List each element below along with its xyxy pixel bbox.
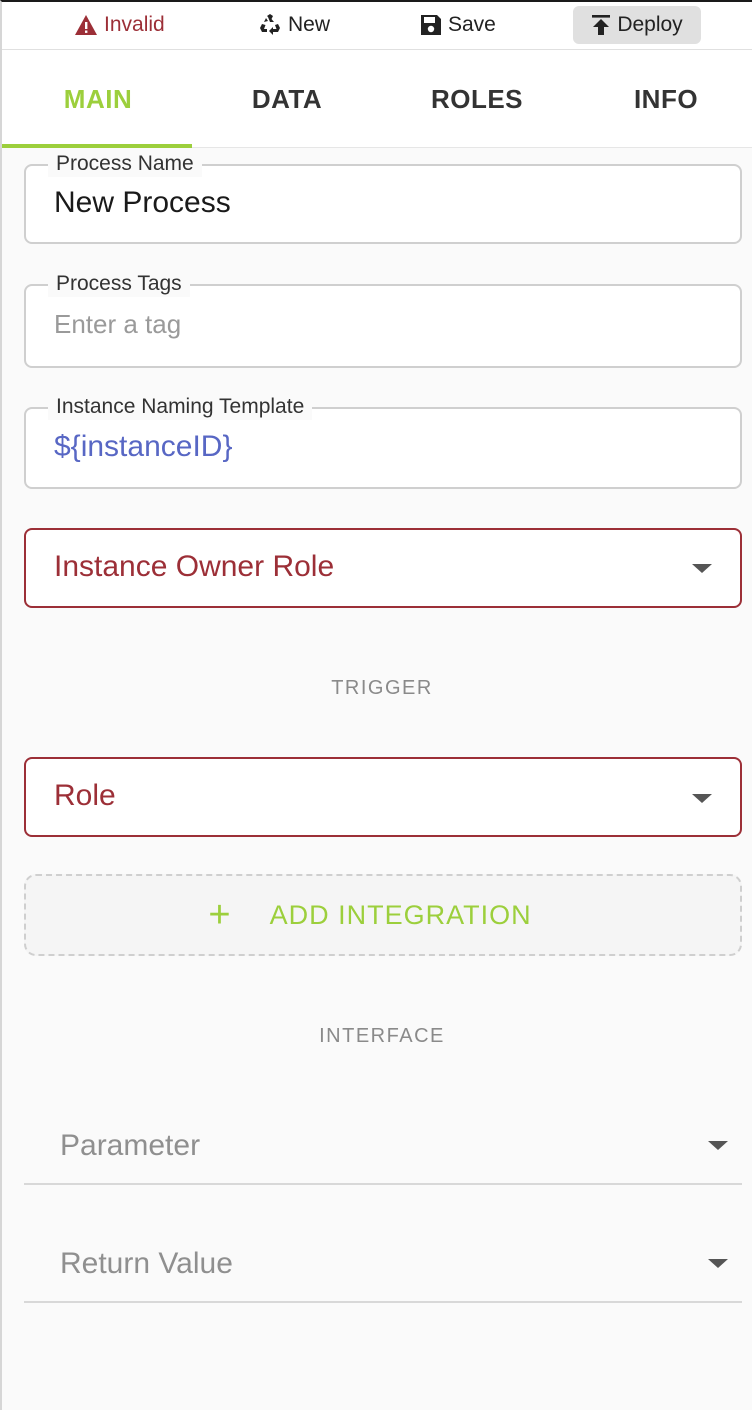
tab-roles[interactable]: ROLES <box>383 50 571 148</box>
deploy-button[interactable]: Deploy <box>573 6 701 44</box>
save-label: Save <box>448 13 496 36</box>
new-button[interactable]: New <box>248 6 340 44</box>
interface-section-title: INTERFACE <box>319 1025 445 1047</box>
warning-icon <box>74 14 98 36</box>
caret-down-icon <box>692 564 712 573</box>
process-editor: Invalid New Save Deploy MAIN DATA ROLES … <box>0 0 752 1410</box>
new-label: New <box>288 13 331 36</box>
tab-bar: MAIN DATA ROLES INFO <box>2 50 752 148</box>
process-tags-field[interactable]: Process Tags Enter a tag <box>24 271 742 368</box>
toolbar: Invalid New Save Deploy <box>2 2 752 50</box>
process-name-value[interactable]: New Process <box>54 186 231 220</box>
instance-naming-template-field[interactable]: Instance Naming Template ${instanceID} <box>24 394 742 489</box>
caret-down-icon <box>708 1259 728 1268</box>
floppy-disk-icon <box>420 14 442 36</box>
caret-down-icon <box>692 794 712 803</box>
instance-naming-template-value[interactable]: ${instanceID} <box>54 430 232 464</box>
tab-main[interactable]: MAIN <box>4 50 192 148</box>
active-tab-indicator <box>2 144 192 148</box>
process-name-field[interactable]: Process Name New Process <box>24 151 742 244</box>
instance-owner-role-label: Instance Owner Role <box>54 550 335 583</box>
deploy-label: Deploy <box>617 13 683 36</box>
trigger-section-title: TRIGGER <box>331 677 433 699</box>
recycle-icon <box>258 13 282 37</box>
process-name-label: Process Name <box>48 151 202 177</box>
upload-icon <box>591 14 611 36</box>
parameter-label: Parameter <box>60 1129 201 1162</box>
tab-data[interactable]: DATA <box>193 50 381 148</box>
instance-naming-template-label: Instance Naming Template <box>48 394 313 420</box>
tab-info[interactable]: INFO <box>572 50 752 148</box>
process-tags-placeholder[interactable]: Enter a tag <box>54 309 181 340</box>
invalid-status-button[interactable]: Invalid <box>64 6 175 44</box>
save-button[interactable]: Save <box>410 6 506 44</box>
add-integration-button[interactable]: + ADD INTEGRATION <box>24 874 742 956</box>
return-value-label: Return Value <box>60 1247 233 1280</box>
parameter-select[interactable]: Parameter <box>24 1105 742 1185</box>
process-tags-label: Process Tags <box>48 271 190 297</box>
trigger-role-select[interactable]: Role <box>24 757 742 837</box>
caret-down-icon <box>708 1141 728 1150</box>
trigger-role-label: Role <box>54 779 116 812</box>
invalid-label: Invalid <box>104 13 165 36</box>
instance-owner-role-select[interactable]: Instance Owner Role <box>24 528 742 608</box>
return-value-select[interactable]: Return Value <box>24 1223 742 1303</box>
plus-icon: + <box>208 894 232 936</box>
add-integration-label: ADD INTEGRATION <box>269 899 532 930</box>
